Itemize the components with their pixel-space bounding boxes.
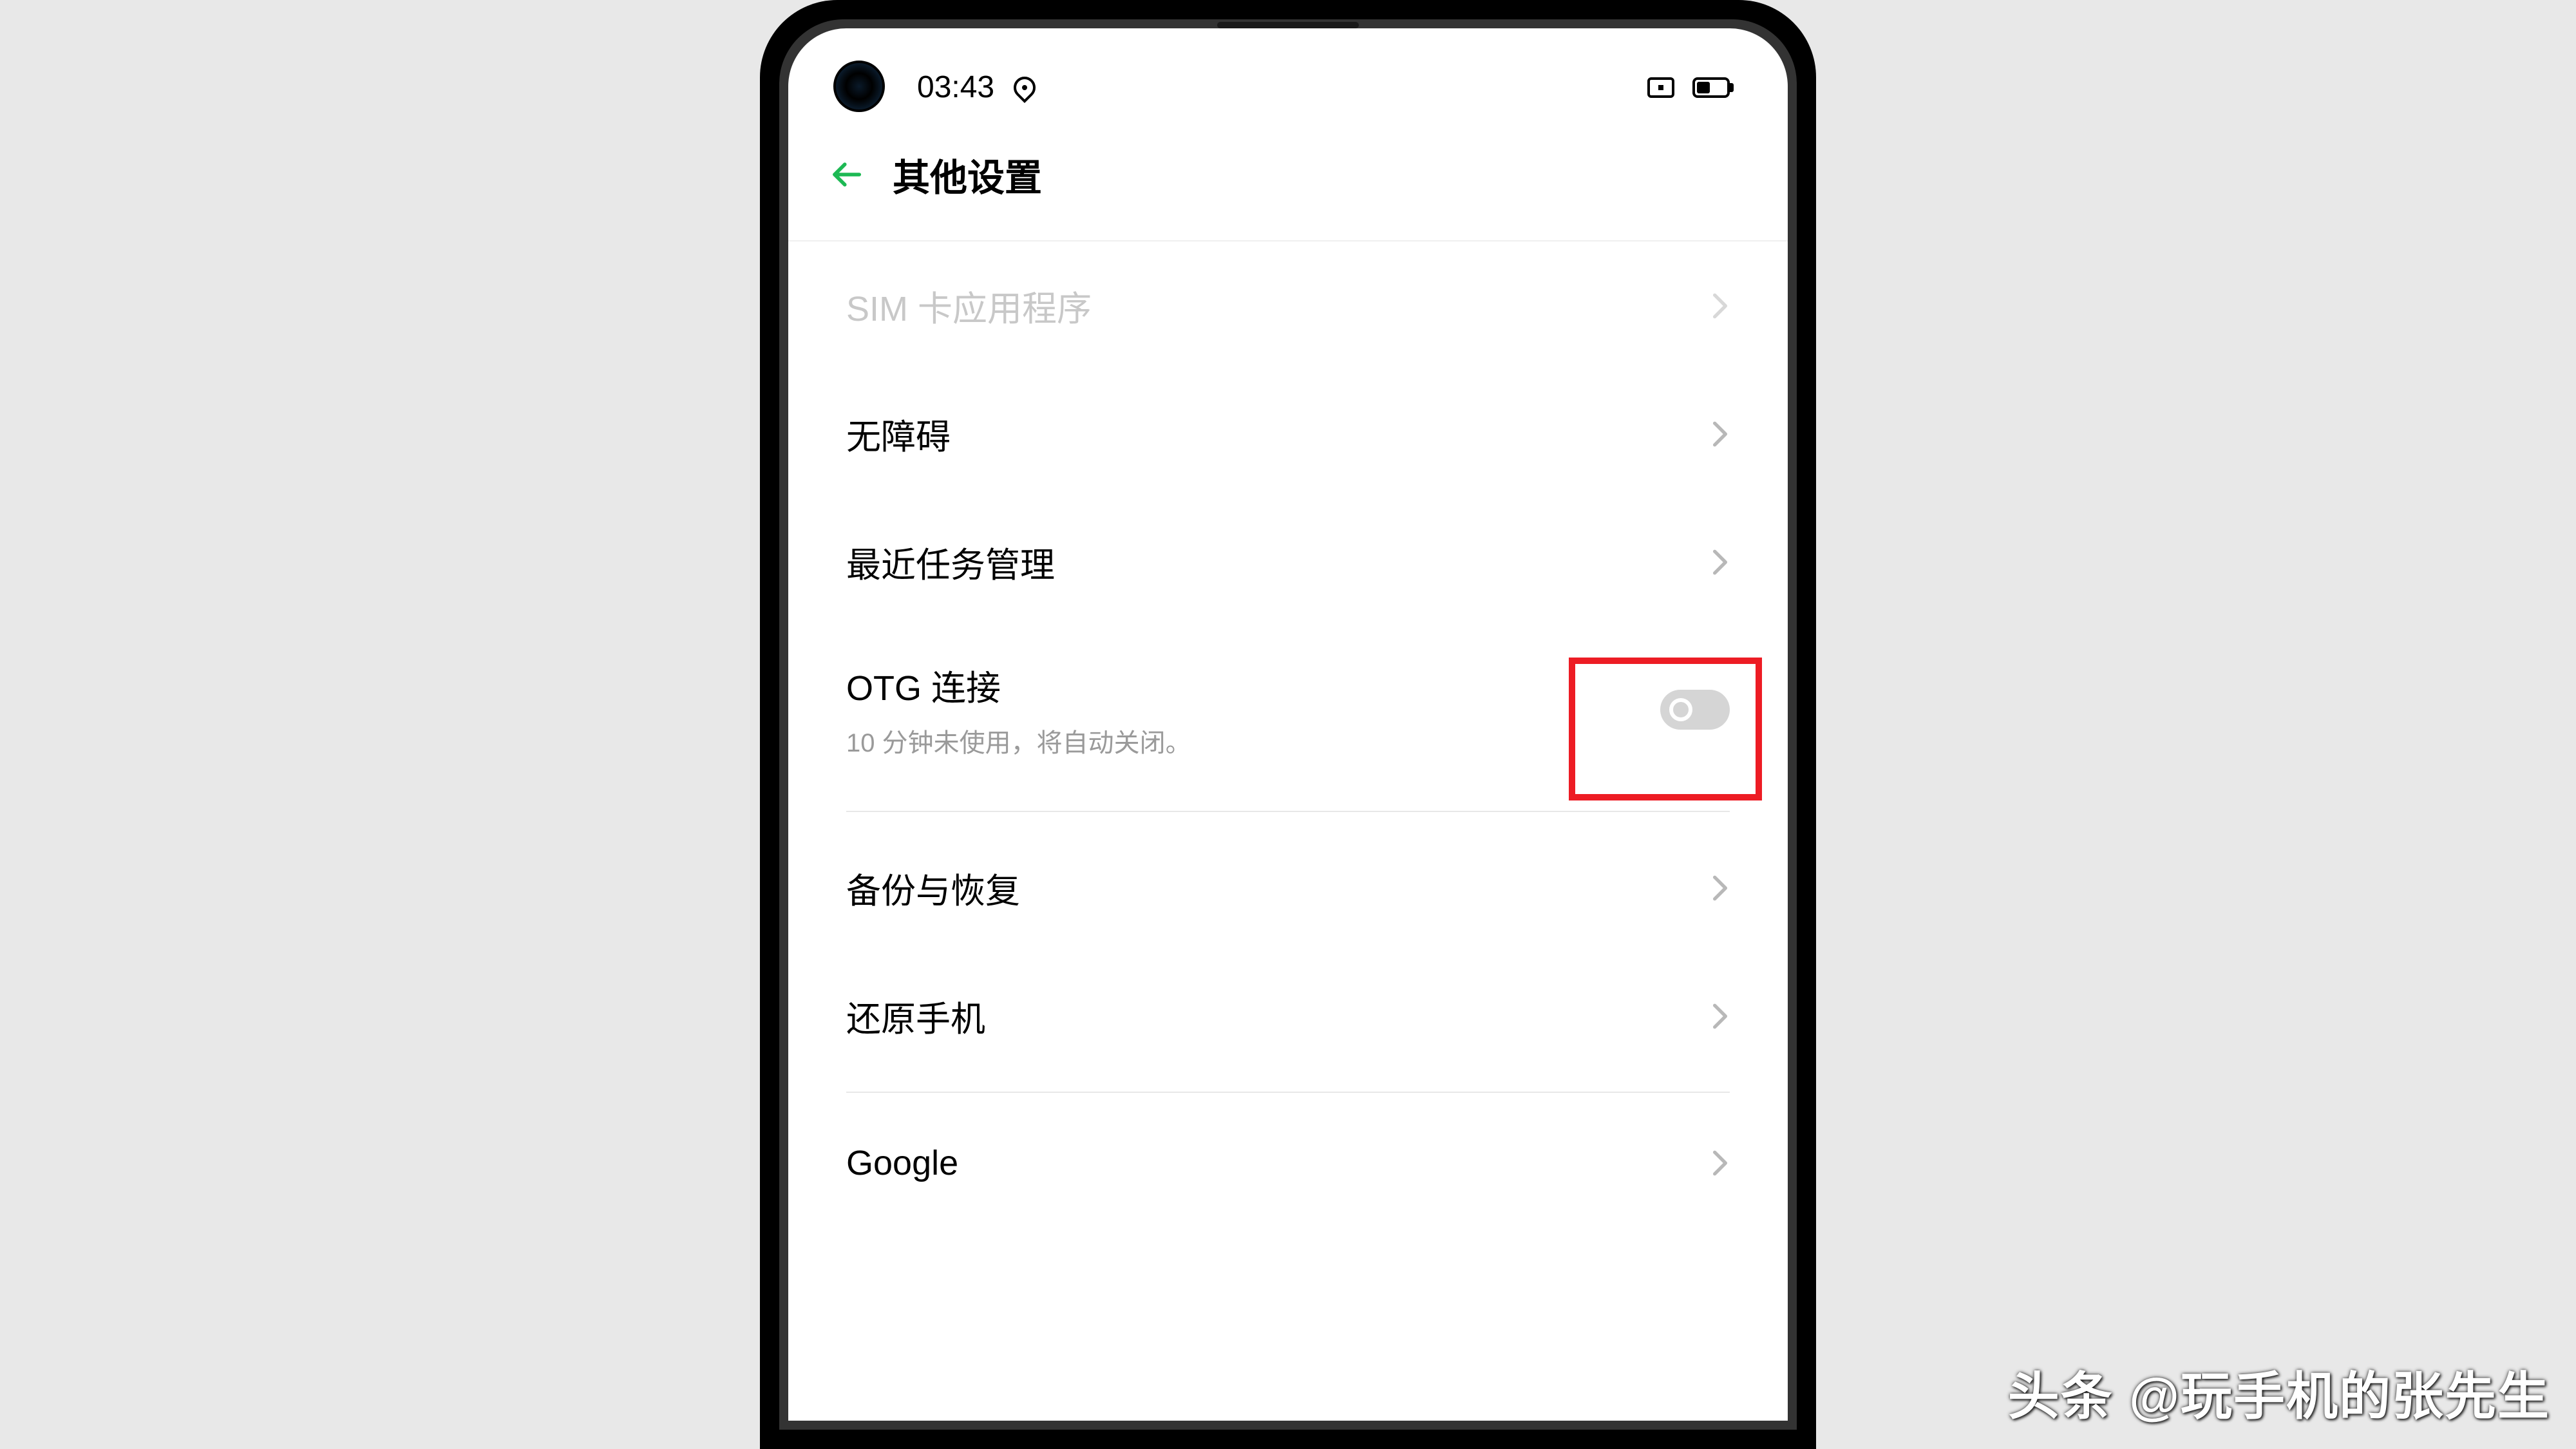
item-otg-connection[interactable]: OTG 连接 10 分钟未使用，将自动关闭。 [846, 626, 1730, 799]
speaker-slit [1217, 22, 1359, 28]
toggle-knob [1669, 698, 1692, 721]
front-camera [833, 61, 885, 112]
otg-toggle[interactable] [1660, 690, 1730, 730]
page-title: 其他设置 [893, 147, 1042, 202]
item-label: 还原手机 [846, 990, 985, 1041]
item-reset-phone[interactable]: 还原手机 [846, 952, 1730, 1080]
battery-icon [1692, 77, 1730, 98]
item-sim-apps[interactable]: SIM 卡应用程序 [846, 242, 1730, 370]
phone-bezel: 03:43 其他设置 SIM 卡 [779, 19, 1797, 1430]
item-accessibility[interactable]: 无障碍 [846, 370, 1730, 498]
item-subtitle: 10 分钟未使用，将自动关闭。 [846, 722, 1191, 759]
divider [846, 1092, 1730, 1093]
divider [846, 811, 1730, 812]
status-bar: 03:43 [788, 28, 1788, 109]
screenshot-icon [1647, 77, 1674, 98]
chevron-right-icon [1710, 553, 1730, 572]
chevron-right-icon [1710, 296, 1730, 316]
chevron-right-icon [1710, 878, 1730, 898]
chevron-right-icon [1710, 1153, 1730, 1173]
item-label: SIM 卡应用程序 [846, 280, 1092, 331]
location-icon [1009, 71, 1040, 102]
page-header: 其他设置 [788, 109, 1788, 242]
item-backup-restore[interactable]: 备份与恢复 [846, 824, 1730, 952]
screen: 03:43 其他设置 SIM 卡 [788, 28, 1788, 1421]
item-label: 备份与恢复 [846, 862, 1020, 913]
item-label: Google [846, 1143, 958, 1183]
item-label: 无障碍 [846, 408, 951, 459]
item-recent-tasks[interactable]: 最近任务管理 [846, 498, 1730, 626]
item-label: OTG 连接 [846, 659, 1191, 710]
arrow-left-icon [829, 157, 864, 192]
chevron-right-icon [1710, 424, 1730, 444]
annotation-highlight [1569, 658, 1762, 800]
back-button[interactable] [827, 155, 866, 194]
phone-frame: 03:43 其他设置 SIM 卡 [760, 0, 1816, 1449]
status-time: 03:43 [917, 70, 994, 105]
item-label: 最近任务管理 [846, 536, 1055, 587]
watermark: 头条 @玩手机的张先生 [2008, 1355, 2550, 1430]
item-google[interactable]: Google [846, 1104, 1730, 1222]
chevron-right-icon [1710, 1007, 1730, 1026]
settings-list: SIM 卡应用程序 无障碍 最近任务管理 [788, 242, 1788, 1222]
